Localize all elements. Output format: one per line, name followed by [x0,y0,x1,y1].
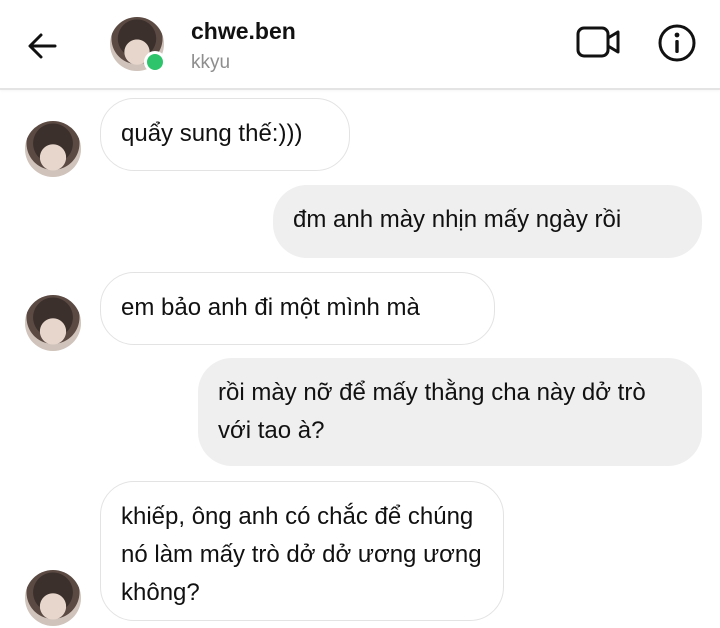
contact-avatar[interactable] [110,17,166,73]
avatar [25,121,81,177]
message-avatar[interactable] [25,121,81,177]
video-call-button[interactable] [574,22,624,62]
incoming-message-bubble[interactable]: quẩy sung thế:))) [100,98,350,171]
contact-username: kkyu [191,52,231,73]
info-button[interactable] [656,22,698,64]
message-avatar[interactable] [25,295,81,351]
arrow-left-icon [28,33,57,59]
chat-header: chwe.ben kkyu [0,0,720,90]
contact-name[interactable]: chwe.ben [191,18,296,45]
avatar [25,295,81,351]
outgoing-message-bubble[interactable]: đm anh mày nhịn mấy ngày rồi [273,185,702,258]
message-avatar[interactable] [25,570,81,626]
online-status-dot [144,51,166,73]
info-circle-icon [658,24,696,62]
avatar [25,570,81,626]
incoming-message-bubble[interactable]: khiếp, ông anh có chắc để chúng nó làm m… [100,481,504,621]
outgoing-message-bubble[interactable]: rồi mày nỡ để mấy thằng cha này dở trò v… [198,358,702,466]
incoming-message-bubble[interactable]: em bảo anh đi một mình mà [100,272,495,345]
back-button[interactable] [22,26,62,66]
video-camera-icon [576,26,620,58]
